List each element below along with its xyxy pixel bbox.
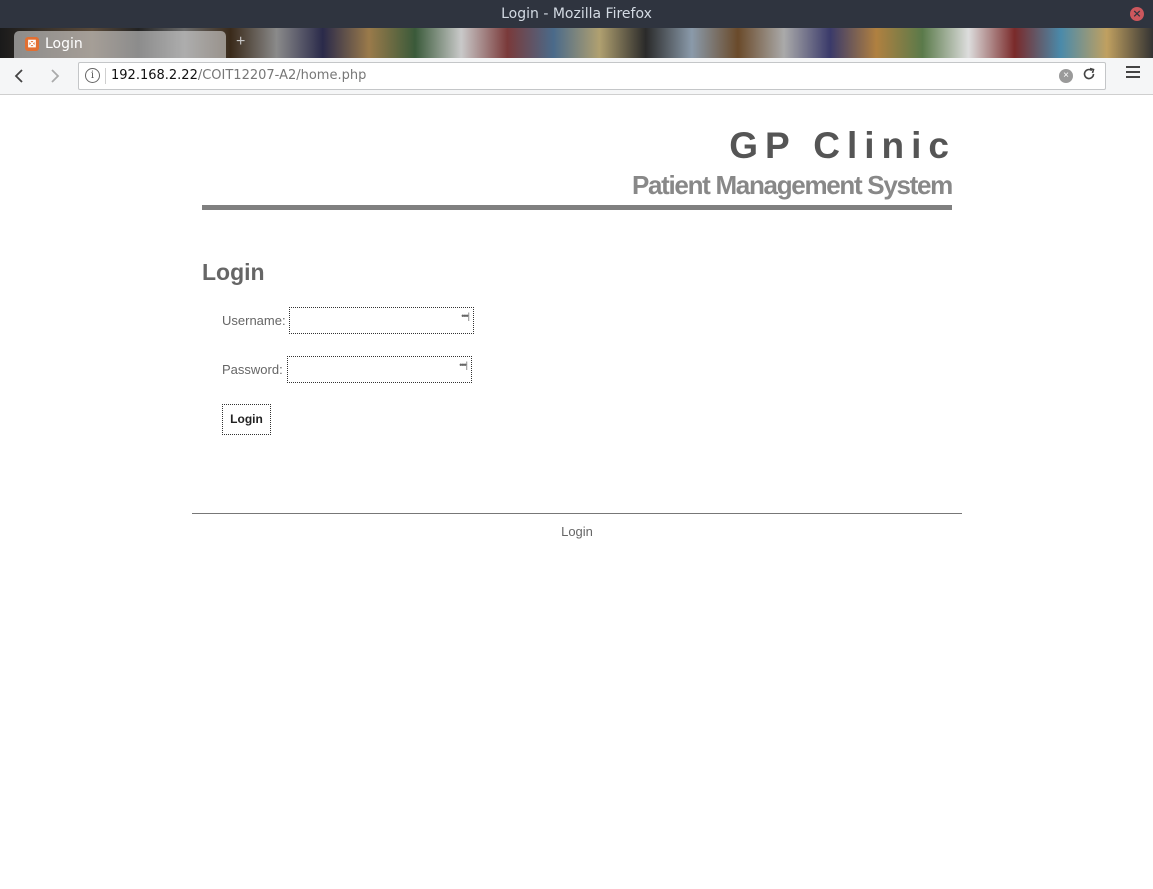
username-field[interactable]: •••|	[289, 307, 474, 334]
back-arrow-icon[interactable]	[10, 66, 30, 86]
login-button[interactable]: Login	[222, 404, 271, 435]
info-icon[interactable]: i	[85, 68, 100, 83]
url-bar[interactable]: i 192.168.2.22/COIT12207-A2/home.php ×	[78, 62, 1106, 90]
key-icon[interactable]: •••|	[459, 360, 468, 370]
window-titlebar: Login - Mozilla Firefox ×	[0, 0, 1153, 28]
tab-strip: ⊠ Login +	[0, 28, 1153, 58]
url-separator	[105, 68, 106, 84]
window-close-icon[interactable]: ×	[1130, 7, 1144, 21]
header-divider	[202, 205, 952, 210]
window-title: Login - Mozilla Firefox	[501, 6, 652, 22]
reload-icon[interactable]	[1081, 66, 1097, 86]
footer-text: Login	[561, 524, 593, 539]
clear-icon[interactable]: ×	[1059, 69, 1073, 83]
key-icon[interactable]: •••|	[461, 311, 470, 321]
xampp-icon: ⊠	[25, 37, 39, 51]
password-field[interactable]: •••|	[287, 356, 472, 383]
username-label: Username:	[222, 313, 286, 328]
forward-arrow-icon[interactable]	[44, 66, 64, 86]
site-header: GP Clinic Patient Management System	[202, 126, 953, 201]
page-title: Login	[202, 259, 265, 285]
site-title: GP Clinic	[729, 125, 956, 166]
tab-login[interactable]: ⊠ Login	[14, 31, 226, 58]
tab-label: Login	[45, 36, 83, 52]
username-input[interactable]	[290, 308, 473, 333]
footer-divider	[192, 513, 962, 514]
password-label: Password:	[222, 362, 283, 377]
url-host: 192.168.2.22	[111, 68, 198, 83]
password-input[interactable]	[288, 357, 471, 382]
new-tab-plus-icon[interactable]: +	[236, 33, 245, 51]
url-path: /COIT12207-A2/home.php	[197, 68, 367, 83]
url-text[interactable]: 192.168.2.22/COIT12207-A2/home.php	[111, 68, 366, 83]
site-subtitle: Patient Management System	[631, 170, 953, 200]
hamburger-menu-icon[interactable]	[1126, 66, 1140, 81]
navigation-bar: i 192.168.2.22/COIT12207-A2/home.php ×	[0, 58, 1153, 95]
